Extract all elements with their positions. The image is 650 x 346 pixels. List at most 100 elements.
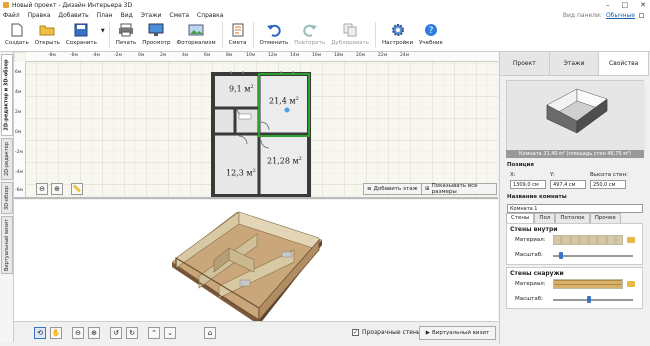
zoom-in-icon: ⊕: [54, 185, 60, 193]
tab-floors[interactable]: Этажи: [550, 52, 600, 75]
estimate-button[interactable]: Смета: [226, 22, 250, 50]
floor-plan[interactable]: [209, 70, 319, 199]
ruler-icon: 📏: [72, 185, 82, 193]
preview-button[interactable]: Просмотр: [139, 22, 173, 50]
show-sizes-button[interactable]: ⊞ Показывать все размеры: [421, 183, 497, 195]
settings-button[interactable]: Настройки: [379, 22, 416, 50]
inside-scale-slider[interactable]: [553, 255, 633, 257]
dimensions-icon: ⊞: [425, 186, 430, 192]
menu-view[interactable]: Вид: [121, 12, 133, 19]
measure-button[interactable]: 📏: [71, 183, 83, 195]
print-button[interactable]: Печать: [113, 22, 140, 50]
room-label-4: 21,28 м2: [267, 156, 302, 166]
menu-plan[interactable]: План: [97, 12, 113, 19]
menu-floors[interactable]: Этажи: [141, 12, 162, 19]
dropdown-icon[interactable]: [639, 12, 644, 18]
view-mode-tabs: 2D-редактор и 3D-обзор 2D-редактор 3D-об…: [0, 52, 14, 342]
gear-icon: [390, 22, 406, 38]
folder-icon[interactable]: [627, 281, 635, 287]
zoom-out-icon: ⊖: [39, 185, 45, 193]
ruler-vertical: 6м 4м 2м 0м -2м -4м -6м: [14, 62, 26, 197]
transparent-walls-toggle[interactable]: ✓ Прозрачные стены: [352, 329, 422, 336]
outside-scale-knob[interactable]: [587, 296, 591, 303]
close-button[interactable]: ✕: [640, 1, 646, 9]
menu-help[interactable]: Справка: [197, 12, 223, 19]
inside-scale-knob[interactable]: [559, 252, 563, 259]
duplicate-button[interactable]: Дублировать: [328, 22, 372, 50]
walls-inside-section: Стены внутри Материал: Масштаб:: [506, 223, 643, 265]
tab-virtual-visit[interactable]: Виртуальный визит: [1, 216, 13, 274]
maximize-button[interactable]: □: [622, 1, 629, 9]
zoom-in-icon: ⊕: [91, 329, 97, 337]
menu-file[interactable]: Файл: [3, 12, 20, 19]
printer-icon: [118, 22, 134, 38]
y-field[interactable]: 497,4 см: [550, 180, 586, 189]
tab-ceiling[interactable]: Потолок: [555, 213, 590, 223]
home-view-button[interactable]: ⌂: [204, 327, 216, 339]
hand-icon: ✋: [51, 329, 61, 337]
tilt-down-icon: ⌄: [167, 329, 173, 337]
title-bar: Новый проект - Дизайн Интерьера 3D – □ ✕: [0, 0, 650, 10]
walls-inside-heading: Стены внутри: [510, 226, 558, 233]
room-caption: Комната 21,40 м² (площадь стен 46,75 м²): [506, 150, 644, 158]
outside-material-swatch[interactable]: [553, 279, 623, 289]
zoom-in-button[interactable]: ⊕: [51, 183, 63, 195]
zoom-out-icon: ⊖: [75, 329, 81, 337]
room-name-field[interactable]: Комната 1: [507, 204, 643, 213]
tab-2d-3d[interactable]: 2D-редактор и 3D-обзор: [1, 54, 13, 136]
transparent-walls-checkbox[interactable]: ✓: [352, 329, 359, 336]
menu-estimate[interactable]: Смета: [169, 12, 189, 19]
3d-zoom-in-button[interactable]: ⊕: [88, 327, 100, 339]
tilt-down-button[interactable]: ⌄: [164, 327, 176, 339]
wall-height-field[interactable]: 250,0 см: [590, 180, 626, 189]
walls-outside-section: Стены снаружи Материал: Масштаб:: [506, 267, 643, 309]
x-field[interactable]: 1309,0 см: [510, 180, 546, 189]
orbit-left-button[interactable]: ↺: [110, 327, 122, 339]
estimate-icon: [230, 22, 246, 38]
photorealism-button[interactable]: Фотореализм: [174, 22, 219, 50]
menu-edit[interactable]: Правка: [28, 12, 51, 19]
main-toolbar: Создать Открыть Сохранить ▼ Печать Просм…: [0, 20, 650, 52]
add-floor-button[interactable]: ≡ Добавить этаж: [363, 183, 422, 195]
wall-height-label: Высота стен:: [590, 172, 628, 178]
tab-project[interactable]: Проект: [500, 52, 550, 75]
position-heading: Позиция: [507, 162, 534, 168]
walls-outside-heading: Стены снаружи: [510, 270, 564, 277]
tab-2d[interactable]: 2D-редактор: [1, 138, 13, 180]
minimize-button[interactable]: –: [606, 1, 610, 9]
undo-button[interactable]: Отменить: [257, 22, 292, 50]
room-label-1: 9,1 м2: [229, 84, 254, 94]
ruler-horizontal: -8м -6м -4м -2м 0м 2м 4м 6м 8м 10м 12м 1…: [26, 52, 498, 62]
outside-scale-slider[interactable]: [553, 299, 633, 301]
rotate-button[interactable]: ⟲: [34, 327, 46, 339]
tab-other[interactable]: Прочее: [589, 213, 621, 223]
open-button[interactable]: Открыть: [32, 22, 63, 50]
save-button[interactable]: Сохранить: [63, 22, 100, 50]
redo-button[interactable]: Повторить: [291, 22, 328, 50]
plan-editor[interactable]: -8м -6м -4м -2м 0м 2м 4м 6м 8м 10м 12м 1…: [14, 52, 498, 199]
pan-button[interactable]: ✋: [50, 327, 62, 339]
3d-toolbar: ⟲ ✋ ⊖ ⊕ ↺ ↻ ⌃ ⌄ ⌂ ✓ Прозрачные стены ▶ Ви…: [14, 321, 498, 344]
save-dropdown[interactable]: ▼: [100, 22, 106, 50]
new-button[interactable]: Создать: [2, 22, 32, 50]
tab-3d[interactable]: 3D-обзор: [1, 182, 13, 214]
orbit-right-button[interactable]: ↻: [126, 327, 138, 339]
tab-floor[interactable]: Пол: [534, 213, 556, 223]
folder-icon[interactable]: [627, 237, 635, 243]
menu-add[interactable]: Добавить: [58, 12, 88, 19]
tab-properties[interactable]: Свойства: [599, 52, 650, 75]
3d-view[interactable]: [14, 200, 498, 321]
tilt-up-button[interactable]: ⌃: [148, 327, 160, 339]
3d-zoom-out-button[interactable]: ⊖: [72, 327, 84, 339]
tab-walls[interactable]: Стены: [506, 213, 535, 223]
help-icon: ?: [423, 22, 439, 38]
view-panel-select[interactable]: Обычные: [606, 12, 635, 19]
view-panel-label: Вид панели:: [562, 11, 602, 19]
3d-house-model[interactable]: [14, 200, 498, 321]
inside-material-swatch[interactable]: [553, 235, 623, 245]
svg-text:?: ?: [429, 26, 434, 36]
zoom-out-button[interactable]: ⊖: [36, 183, 48, 195]
room-3d-preview: [507, 81, 645, 151]
tutorial-button[interactable]: ? Учебник: [416, 22, 446, 50]
virtual-visit-button[interactable]: ▶ Виртуальный визит: [419, 326, 496, 340]
